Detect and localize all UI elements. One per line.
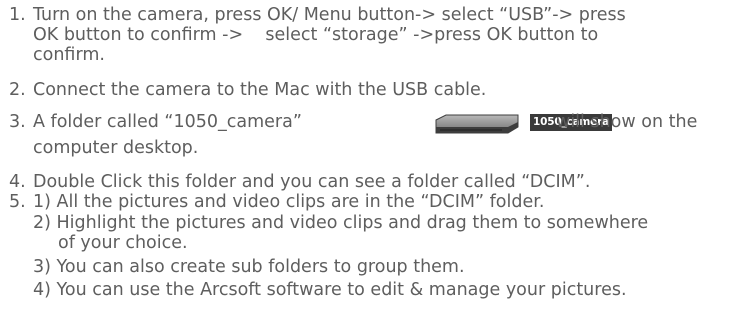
item-2-text: Connect the camera to the Mac with the U… [33, 80, 487, 100]
item-3-text-before-icon: A folder called “1050_camera” [33, 112, 302, 132]
item-5-subitem-2-line-1: 2) Highlight the pictures and video clip… [33, 213, 649, 233]
item-5-subitem-1: 1) All the pictures and video clips are … [33, 192, 545, 212]
item-4-text: Double Click this folder and you can see… [33, 172, 591, 192]
item-5-number: 5. [9, 192, 26, 212]
item-5-subitem-2-line-2: of your choice. [58, 233, 188, 253]
item-3-text-continued: computer desktop. [33, 138, 199, 158]
item-5-subitem-4: 4) You can use the Arcsoft software to e… [33, 280, 627, 300]
item-3-text-after-icon: will show on the [556, 112, 698, 132]
item-5-subitem-3: 3) You can also create sub folders to gr… [33, 257, 465, 277]
item-4-number: 4. [9, 172, 26, 192]
item-1-text-line-2: OK button to confirm -> select “storage”… [33, 25, 599, 45]
item-1-number: 1. [9, 5, 26, 25]
item-1-text-line-1: Turn on the camera, press OK/ Menu butto… [33, 5, 626, 25]
item-1-text-line-3: confirm. [33, 45, 105, 65]
item-2-number: 2. [9, 80, 26, 100]
hard-drive-icon [432, 113, 522, 137]
item-3-number: 3. [9, 112, 26, 132]
